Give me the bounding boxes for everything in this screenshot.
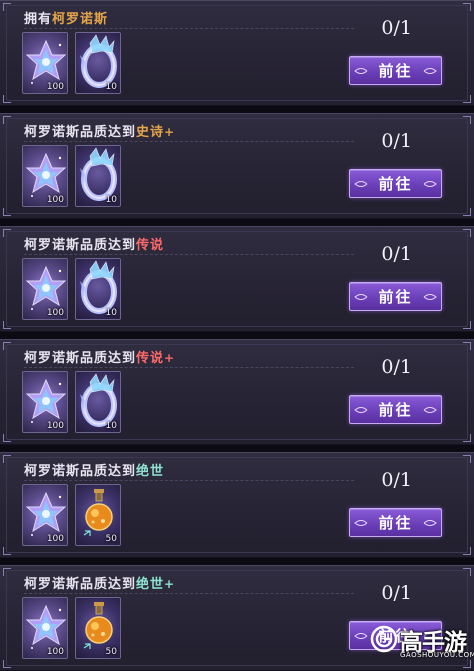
quest-title-prefix: 拥有 — [24, 12, 53, 27]
reward-slot[interactable]: 100 — [22, 371, 68, 433]
quest-title-suffix: + — [164, 125, 176, 139]
reward-slot[interactable]: 10 — [75, 32, 121, 94]
quest-title-highlight: 传说 — [136, 351, 165, 366]
quest-title-prefix: 柯罗诺斯品质达到 — [24, 351, 137, 366]
watermark-logo-icon — [370, 625, 398, 653]
ornament-right-icon — [423, 180, 437, 187]
ornament-left-icon — [354, 293, 368, 300]
quest-title-prefix: 柯罗诺斯品质达到 — [24, 238, 137, 253]
ornament-right-icon — [423, 67, 437, 74]
quest-progress: 0/1 — [381, 130, 412, 152]
ornament-left-icon — [354, 180, 368, 187]
reward-quantity: 100 — [46, 534, 64, 544]
go-button[interactable]: 前往 — [349, 282, 442, 311]
quest-title-prefix: 柯罗诺斯品质达到 — [24, 125, 137, 140]
quest-title-highlight: 绝世 — [136, 577, 165, 592]
reward-slot[interactable]: 100 — [22, 484, 68, 546]
reward-quantity: 100 — [46, 308, 64, 318]
reward-quantity: 100 — [46, 647, 64, 657]
quest-progress: 0/1 — [381, 582, 412, 604]
quest-title: 柯罗诺斯品质达到绝世+ — [24, 573, 175, 592]
quest-card: 柯罗诺斯品质达到传说+ 0/1 100 10 前往 — [0, 339, 474, 445]
quest-progress: 0/1 — [381, 356, 412, 378]
quest-progress: 0/1 — [381, 469, 412, 491]
quest-title-prefix: 柯罗诺斯品质达到 — [24, 464, 137, 479]
go-button[interactable]: 前往 — [349, 508, 442, 537]
quest-card: 柯罗诺斯品质达到传说 0/1 100 10 前往 — [0, 226, 474, 332]
ornament-right-icon — [423, 406, 437, 413]
quest-title: 拥有柯罗诺斯 — [24, 8, 108, 27]
quest-title-highlight: 传说 — [136, 238, 165, 253]
reward-quantity: 10 — [105, 195, 117, 205]
reward-quantity: 100 — [46, 82, 64, 92]
quest-title-suffix: + — [164, 577, 176, 591]
go-button-label: 前往 — [378, 62, 413, 80]
reward-slot[interactable]: 100 — [22, 597, 68, 659]
quest-card: 柯罗诺斯品质达到史诗+ 0/1 100 10 前往 — [0, 113, 474, 219]
ornament-right-icon — [423, 519, 437, 526]
reward-quantity: 50 — [105, 534, 117, 544]
reward-quantity: 100 — [46, 421, 64, 431]
ornament-left-icon — [354, 406, 368, 413]
reward-slot[interactable]: 10 — [75, 258, 121, 320]
go-button-label: 前往 — [378, 288, 413, 306]
ornament-left-icon — [354, 67, 368, 74]
quest-title-highlight: 史诗 — [136, 125, 165, 140]
reward-slot[interactable]: 50 — [75, 484, 121, 546]
go-button-label: 前往 — [378, 514, 413, 532]
watermark: 高手游 GAOSHOUYOU.COM — [370, 623, 474, 665]
go-button[interactable]: 前往 — [349, 395, 442, 424]
ornament-right-icon — [423, 293, 437, 300]
reward-slot[interactable]: 100 — [22, 32, 68, 94]
divider — [24, 367, 354, 368]
go-button[interactable]: 前往 — [349, 169, 442, 198]
quest-progress: 0/1 — [381, 243, 412, 265]
quest-card: 拥有柯罗诺斯 0/1 100 10 前往 — [0, 0, 474, 106]
reward-quantity: 10 — [105, 421, 117, 431]
reward-quantity: 100 — [46, 195, 64, 205]
quest-title-prefix: 柯罗诺斯品质达到 — [24, 577, 137, 592]
quest-progress: 0/1 — [381, 17, 412, 39]
divider — [24, 254, 354, 255]
reward-quantity: 10 — [105, 308, 117, 318]
watermark-url: GAOSHOUYOU.COM — [400, 651, 474, 659]
reward-slot[interactable]: 50 — [75, 597, 121, 659]
reward-slot[interactable]: 10 — [75, 145, 121, 207]
reward-quantity: 10 — [105, 82, 117, 92]
quest-title: 柯罗诺斯品质达到传说 — [24, 234, 164, 253]
quest-title: 柯罗诺斯品质达到绝世 — [24, 460, 164, 479]
go-button-label: 前往 — [378, 175, 413, 193]
ornament-left-icon — [354, 519, 368, 526]
divider — [24, 480, 354, 481]
reward-slot[interactable]: 100 — [22, 258, 68, 320]
quest-title-highlight: 柯罗诺斯 — [52, 12, 109, 27]
go-button[interactable]: 前往 — [349, 56, 442, 85]
divider — [24, 593, 354, 594]
quest-title-highlight: 绝世 — [136, 464, 165, 479]
reward-quantity: 50 — [105, 647, 117, 657]
quest-title: 柯罗诺斯品质达到传说+ — [24, 347, 175, 366]
quest-title-suffix: + — [164, 351, 176, 365]
divider — [24, 141, 354, 142]
reward-slot[interactable]: 100 — [22, 145, 68, 207]
quest-card: 柯罗诺斯品质达到绝世 0/1 100 50 前往 — [0, 452, 474, 558]
go-button-label: 前往 — [378, 401, 413, 419]
reward-slot[interactable]: 10 — [75, 371, 121, 433]
divider — [24, 28, 354, 29]
quest-title: 柯罗诺斯品质达到史诗+ — [24, 121, 175, 140]
ornament-left-icon — [354, 632, 368, 639]
